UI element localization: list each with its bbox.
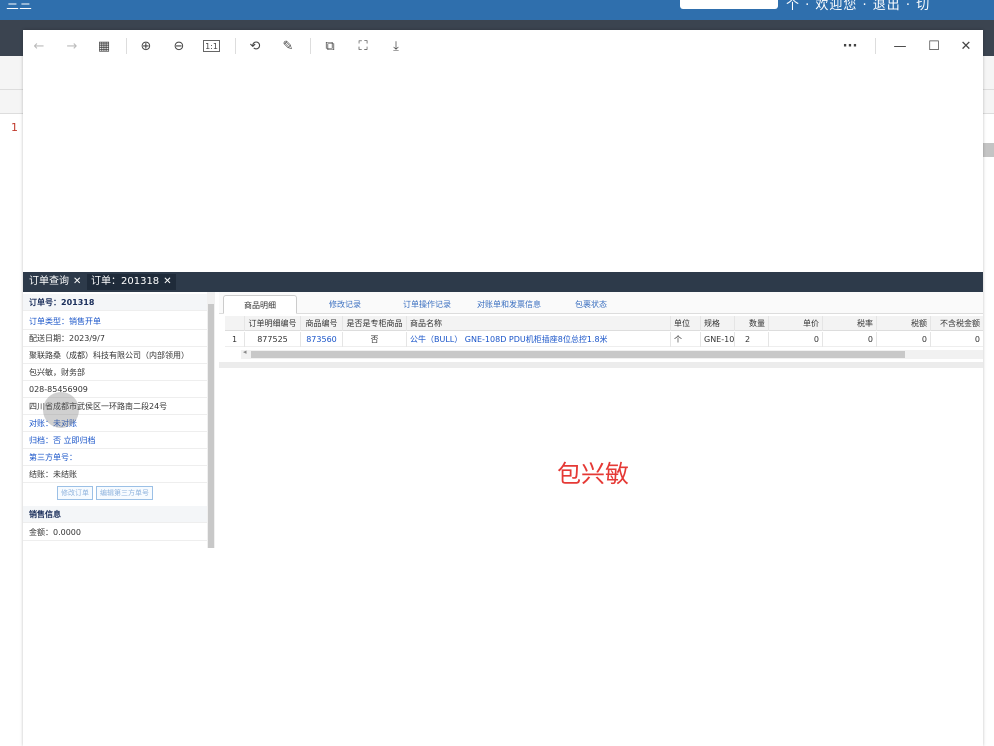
column-header[interactable]: 订单明细编号 xyxy=(245,316,301,331)
scrollbar-thumb[interactable] xyxy=(251,351,905,358)
column-header[interactable]: 不含税金额 xyxy=(931,316,983,331)
counter-product-cell: 否 xyxy=(343,332,407,347)
contact-field: 包兴敏，财务部 xyxy=(23,364,207,381)
header-index-cell xyxy=(225,316,245,331)
third-party-number-field: 第三方单号： xyxy=(23,449,207,466)
toolbar-divider xyxy=(126,38,127,54)
actual-size-icon[interactable]: 1:1 xyxy=(203,40,220,52)
order-info-panel: 订单号：201318 订单类型：销售开单 配送日期：2023/9/7 聚联路桑（… xyxy=(23,292,209,548)
viewer-toolbar: ← → ▦ ⊕ ⊖ 1:1 ⟲ ✎ ⧉ ⛶ ⤓ ··· — ☐ ✕ xyxy=(23,30,983,62)
table-horizontal-scrollbar[interactable]: ◂ xyxy=(241,348,983,359)
order-detail-panel: 商品明细 修改记录 订单操作记录 对账单和发票信息 包裹状态 订单明细编号 商品… xyxy=(219,292,983,548)
background-table-header xyxy=(0,90,24,114)
tab-close-icon[interactable]: ✕ xyxy=(73,276,81,287)
table-footer-area xyxy=(219,362,983,368)
column-header[interactable]: 单价 xyxy=(769,316,823,331)
zoom-in-icon[interactable]: ⊕ xyxy=(137,37,155,55)
copy-icon[interactable]: ⧉ xyxy=(321,37,339,55)
table-header: 订单明细编号 商品编号 是否是专柜商品 商品名称 单位 规格 数量 单价 税率 … xyxy=(225,316,983,331)
maximize-icon[interactable]: ☐ xyxy=(925,37,943,55)
column-header[interactable]: 单位 xyxy=(671,316,701,331)
tab-close-icon[interactable]: ✕ xyxy=(163,276,171,287)
left-panel-scrollbar[interactable] xyxy=(207,292,215,548)
quantity-cell: 2 xyxy=(735,332,769,347)
detail-id-cell: 877525 xyxy=(245,332,301,347)
download-icon[interactable]: ⤓ xyxy=(387,37,405,55)
unit-price-cell: 0 xyxy=(769,332,823,347)
image-viewer-window: ← → ▦ ⊕ ⊖ 1:1 ⟲ ✎ ⧉ ⛶ ⤓ ··· — ☐ ✕ 订单查询 ✕ … xyxy=(23,30,983,746)
order-type-field: 订单类型：销售开单 xyxy=(23,313,207,330)
toolbar-divider xyxy=(235,38,236,54)
order-number-title: 订单号：201318 xyxy=(23,294,207,311)
background-toolbar-strip xyxy=(0,56,24,90)
close-icon[interactable]: ✕ xyxy=(957,37,975,55)
background-row-number: 1 xyxy=(11,121,18,134)
background-scrollbar-thumb[interactable] xyxy=(983,143,994,157)
spec-cell: GNE-10 xyxy=(701,332,735,347)
subtab-product-detail[interactable]: 商品明细 xyxy=(223,295,297,314)
column-header[interactable]: 税额 xyxy=(877,316,931,331)
edit-order-button[interactable]: 修改订单 xyxy=(57,486,93,500)
order-action-buttons: 修改订单 编辑第三方单号 xyxy=(57,486,153,500)
product-name-link[interactable]: 公牛（BULL） GNE-108D PDU机柜插座8位总控1.8米 xyxy=(407,332,671,347)
tax-amount-cell: 0 xyxy=(877,332,931,347)
screenshot-content: 订单查询 ✕ 订单：201318 ✕ 订单号：201318 订单类型：销售开单 配送… xyxy=(23,272,983,548)
header-left-text: 三三 xyxy=(6,0,33,13)
archive-status-link[interactable]: 归档：否 立即归档 xyxy=(23,432,207,449)
column-header[interactable]: 商品编号 xyxy=(301,316,343,331)
sales-info-section-title: 销售信息 xyxy=(23,506,207,523)
subtab-change-log[interactable]: 修改记录 xyxy=(309,295,381,314)
header-search-input[interactable] xyxy=(680,0,778,9)
column-header[interactable]: 税率 xyxy=(823,316,877,331)
more-options-icon[interactable]: ··· xyxy=(841,37,859,55)
settlement-status-field: 结账：未结账 xyxy=(23,466,207,483)
grid-view-icon[interactable]: ▦ xyxy=(95,37,113,55)
rotate-icon[interactable]: ⟲ xyxy=(246,37,264,55)
background-right-header xyxy=(982,90,994,114)
toolbar-divider xyxy=(875,38,876,54)
edit-icon[interactable]: ✎ xyxy=(279,37,297,55)
back-arrow-icon[interactable]: ← xyxy=(30,37,48,55)
net-amount-cell: 0 xyxy=(974,335,980,344)
product-id-link[interactable]: 873560 xyxy=(301,332,343,347)
delivery-date-field: 配送日期：2023/9/7 xyxy=(23,330,207,347)
top-header: 三三 个 · 欢迎您 · 退出 · 切 xyxy=(0,0,994,20)
subtab-invoice-info[interactable]: 对账单和发票信息 xyxy=(457,295,561,314)
scroll-left-icon[interactable]: ◂ xyxy=(243,348,247,356)
toolbar-divider xyxy=(310,38,311,54)
table-row[interactable]: 1 877525 873560 否 公牛（BULL） GNE-108D PDU机… xyxy=(225,332,983,347)
column-header[interactable]: 数量 xyxy=(735,316,769,331)
header-user-links[interactable]: 个 · 欢迎您 · 退出 · 切 xyxy=(786,0,930,13)
scrollbar-thumb[interactable] xyxy=(208,304,214,548)
subtab-package-status[interactable]: 包裹状态 xyxy=(555,295,627,314)
row-index-cell: 1 xyxy=(225,332,245,347)
tab-label: 订单查询 xyxy=(29,276,69,287)
unit-cell: 个 xyxy=(671,332,701,347)
crop-icon[interactable]: ⛶ xyxy=(354,37,372,55)
company-field: 聚联路桑（成都）科技有限公司（内部领用） xyxy=(23,347,207,364)
column-header[interactable]: 是否是专柜商品 xyxy=(343,316,407,331)
tax-rate-cell: 0 xyxy=(823,332,877,347)
zoom-out-icon[interactable]: ⊖ xyxy=(170,37,188,55)
tab-label: 订单：201318 xyxy=(91,276,160,287)
amount-field: 金额：0.0000 xyxy=(23,524,207,541)
detail-subtabs: 商品明细 修改记录 订单操作记录 对账单和发票信息 包裹状态 xyxy=(219,292,983,314)
minimize-icon[interactable]: — xyxy=(891,37,909,55)
background-right-strip xyxy=(982,56,994,90)
cursor-highlight xyxy=(43,392,79,428)
app-tab-bar: 订单查询 ✕ 订单：201318 ✕ xyxy=(23,272,983,292)
watermark-text: 包兴敏 xyxy=(557,460,629,488)
forward-arrow-icon[interactable]: → xyxy=(63,37,81,55)
edit-third-party-number-button[interactable]: 编辑第三方单号 xyxy=(96,486,153,500)
tab-order-query[interactable]: 订单查询 ✕ xyxy=(25,274,85,290)
column-header[interactable]: 商品名称 xyxy=(407,316,671,331)
column-header[interactable]: 规格 xyxy=(701,316,735,331)
tab-order-detail[interactable]: 订单：201318 ✕ xyxy=(87,274,176,290)
